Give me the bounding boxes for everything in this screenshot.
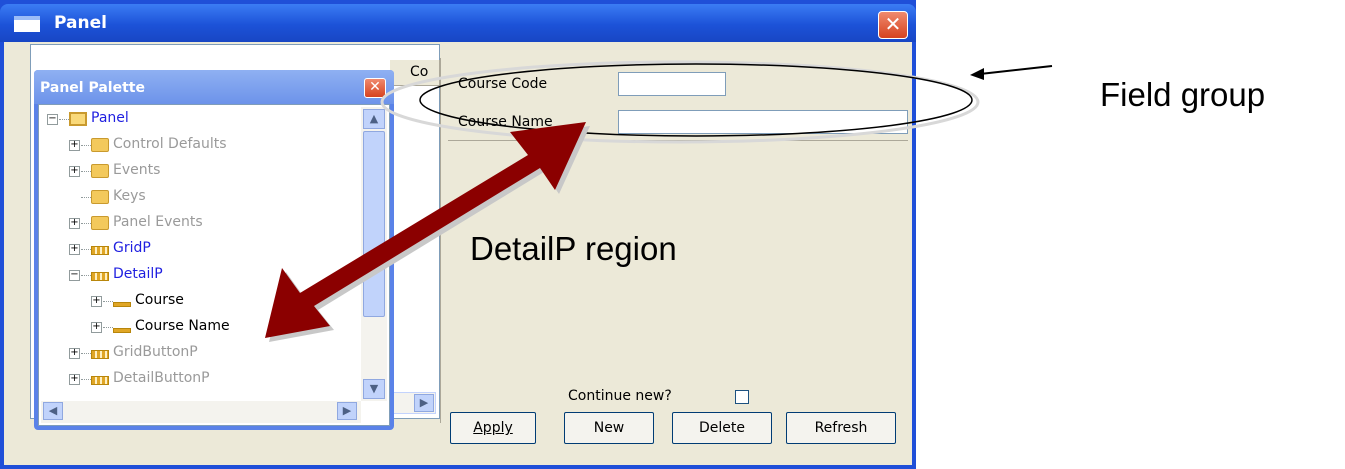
course-name-label: Course Name (458, 114, 553, 130)
palette-titlebar[interactable]: Panel Palette ✕ (34, 70, 394, 104)
tree-connector (81, 223, 91, 224)
expand-icon[interactable]: + (69, 348, 80, 359)
new-button-label: New (593, 420, 625, 436)
tree-item-label: Course (135, 292, 184, 308)
folder-icon (91, 190, 109, 204)
palette-horizontal-scrollbar[interactable]: ◀ ▶ (41, 401, 361, 423)
tree-item-label: Panel Events (113, 214, 203, 230)
field-group-annotation: Field group (1100, 76, 1266, 113)
grid-icon (91, 246, 109, 255)
continue-new-checkbox[interactable] (735, 390, 749, 404)
course-code-label: Course Code (458, 76, 548, 92)
window-icon (14, 16, 40, 32)
expand-icon[interactable]: + (69, 374, 80, 385)
detailp-region-annotation: DetailP region (470, 230, 677, 267)
palette-tree: − Panel + Control Defaults + Events + Keys + Pane… (38, 104, 390, 426)
expand-icon[interactable]: + (69, 244, 80, 255)
folder-icon (91, 164, 109, 178)
detail-separator (448, 140, 908, 141)
grid-column-header[interactable]: Co (390, 60, 440, 86)
window-title: Panel (54, 13, 107, 33)
tree-connector (59, 119, 69, 120)
tree-connector (103, 301, 113, 302)
grid-icon (91, 376, 109, 385)
grid-icon (91, 272, 109, 281)
close-button[interactable]: ✕ (878, 11, 908, 39)
tree-connector (81, 275, 91, 276)
palette-scroll-thumb[interactable] (363, 131, 385, 317)
continue-new-label: Continue new? (568, 388, 672, 404)
delete-button[interactable]: Delete (672, 412, 772, 444)
folder-icon (91, 138, 109, 152)
folder-icon (91, 216, 109, 230)
field-group-arrow-line (979, 65, 1053, 75)
tree-connector (81, 249, 91, 250)
tree-item-label: Keys (113, 188, 146, 204)
tree-connector (81, 197, 91, 198)
field-group-arrowhead (970, 68, 984, 80)
expand-icon[interactable]: + (69, 218, 80, 229)
course-name-input[interactable] (618, 110, 908, 134)
new-button[interactable]: New (564, 412, 654, 444)
tree-item-label: Course Name (135, 318, 230, 334)
tree-item-label: DetailP (113, 266, 163, 282)
palette-title: Panel Palette (40, 80, 145, 96)
expand-icon[interactable]: + (91, 296, 102, 307)
tree-item-label: Events (113, 162, 161, 178)
course-code-input[interactable] (618, 72, 726, 96)
collapse-icon[interactable]: − (47, 114, 58, 125)
expand-icon[interactable]: + (69, 166, 80, 177)
window-titlebar[interactable]: Panel ✕ (0, 4, 916, 42)
palette-vertical-scrollbar[interactable]: ▲ ▼ (361, 107, 387, 401)
field-icon (113, 328, 131, 333)
grid-icon (91, 350, 109, 359)
palette-scroll-right-icon[interactable]: ▶ (337, 402, 357, 420)
refresh-button-label: Refresh (814, 420, 868, 436)
collapse-icon[interactable]: − (69, 270, 80, 281)
tree-item-label: GridP (113, 240, 151, 256)
palette-close-button[interactable]: ✕ (364, 78, 386, 98)
expand-icon[interactable]: + (91, 322, 102, 333)
scroll-up-icon[interactable]: ▲ (363, 109, 385, 129)
tree-connector (103, 327, 113, 328)
panel-icon (69, 112, 87, 126)
scroll-down-icon[interactable]: ▼ (363, 379, 385, 399)
tree-item-label: DetailButtonP (113, 370, 210, 386)
apply-button-label: Apply (473, 420, 513, 436)
tree-item-label: GridButtonP (113, 344, 198, 360)
scroll-right-icon[interactable]: ▶ (414, 394, 434, 412)
refresh-button[interactable]: Refresh (786, 412, 896, 444)
palette-scroll-left-icon[interactable]: ◀ (43, 402, 63, 420)
delete-button-label: Delete (699, 420, 745, 436)
tree-connector (81, 145, 91, 146)
tree-item-label: Panel (91, 110, 129, 126)
panel-palette-window: Panel Palette ✕ − Panel + Control Defaults +… (34, 70, 394, 430)
apply-button[interactable]: Apply (450, 412, 536, 444)
tree-connector (81, 379, 91, 380)
field-icon (113, 302, 131, 307)
tree-item-label: Control Defaults (113, 136, 227, 152)
expand-icon[interactable]: + (69, 140, 80, 151)
tree-connector (81, 171, 91, 172)
tree-connector (81, 353, 91, 354)
